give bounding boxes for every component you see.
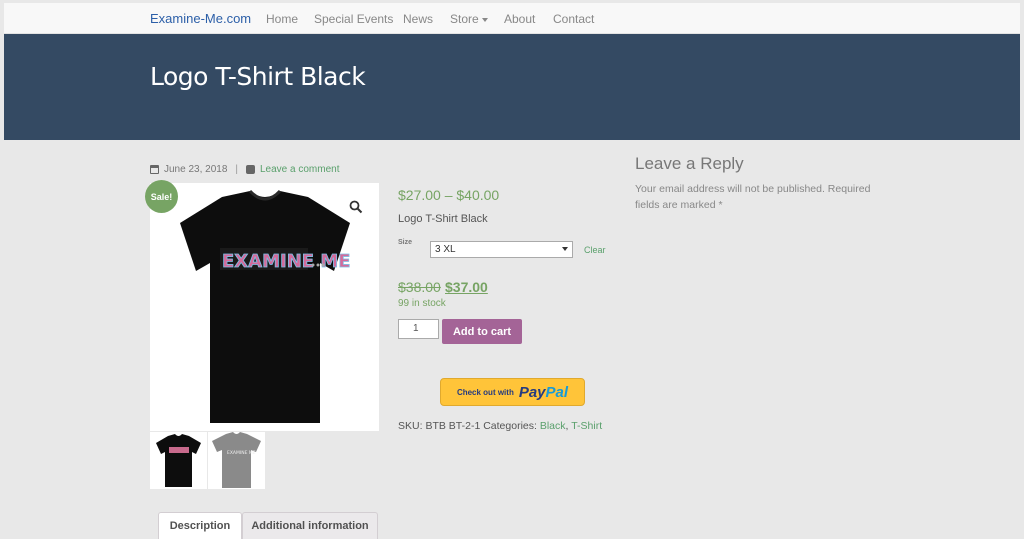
page-header-banner: Logo T-Shirt Black	[4, 34, 1020, 140]
nav-item-about[interactable]: About	[504, 12, 535, 26]
product-meta: SKU: BTB BT-2-1 Categories: Black, T-Shi…	[398, 420, 602, 432]
comment-icon	[246, 165, 255, 174]
leave-comment-link[interactable]: Leave a comment	[260, 164, 340, 175]
thumbnail-black[interactable]	[150, 432, 207, 489]
nav-item-store[interactable]: Store	[450, 12, 488, 26]
size-label: Size	[398, 239, 413, 246]
thumbnail-gray-shirt: EXAMINE ME	[212, 432, 261, 488]
calendar-icon	[150, 165, 159, 174]
nav-item-news[interactable]: News	[403, 12, 433, 26]
caret-down-icon	[481, 17, 488, 22]
nav-item-store-label: Store	[450, 12, 479, 26]
size-select[interactable]: 3 XL	[430, 241, 573, 258]
categories-label: Categories:	[483, 420, 537, 432]
paypal-checkout-label: Check out with	[456, 387, 514, 397]
shirt-print-text: EXAMINE ME	[222, 251, 351, 272]
stock-status: 99 in stock	[398, 298, 446, 309]
navbar: Examine-Me.com Home Special Events News …	[4, 3, 1020, 34]
sale-price: $37.00	[445, 279, 488, 295]
category-link-black[interactable]: Black	[540, 420, 566, 432]
tab-additional-information[interactable]: Additional information	[242, 512, 378, 539]
nav-item-contact[interactable]: Contact	[553, 12, 594, 26]
select-arrow-icon	[562, 247, 568, 251]
brand-link[interactable]: Examine-Me.com	[150, 11, 251, 26]
sku-label: SKU:	[398, 420, 423, 432]
size-select-value: 3 XL	[435, 244, 456, 255]
paypal-checkout-button[interactable]: Check out with Pay Pal	[440, 378, 585, 406]
nav-item-home[interactable]: Home	[266, 12, 298, 26]
paypal-logo-pal: Pal	[545, 383, 569, 401]
add-to-cart-button[interactable]: Add to cart	[442, 319, 522, 344]
price-range: $27.00 – $40.00	[398, 187, 500, 203]
clear-link[interactable]: Clear	[584, 245, 606, 255]
quantity-input[interactable]: 1	[398, 319, 439, 339]
product-image[interactable]: EXAMINE ME	[150, 183, 379, 431]
sku-value: BTB BT-2-1	[425, 420, 481, 432]
thumbnail-gray[interactable]: EXAMINE ME	[208, 432, 265, 489]
page-title: Logo T-Shirt Black	[150, 62, 366, 91]
reply-note: Your email address will not be published…	[635, 183, 871, 211]
meta-separator: |	[235, 164, 238, 175]
category-link-tshirt[interactable]: T-Shirt	[571, 420, 602, 432]
sale-badge: Sale!	[145, 180, 178, 213]
thumbnail-black-shirt	[156, 434, 201, 487]
tshirt-image: EXAMINE ME	[180, 189, 351, 423]
zoom-icon[interactable]	[349, 200, 363, 214]
thumbnail-gray-print: EXAMINE ME	[227, 450, 256, 456]
tab-description[interactable]: Description	[158, 512, 242, 539]
nav-item-special-events[interactable]: Special Events	[314, 12, 393, 26]
post-meta: June 23, 2018 | Leave a comment	[150, 164, 340, 175]
reply-title: Leave a Reply	[635, 154, 744, 173]
product-short-description: Logo T-Shirt Black	[398, 213, 488, 225]
post-date: June 23, 2018	[164, 164, 228, 175]
paypal-logo-pay: Pay	[518, 383, 546, 401]
old-price: $38.00	[398, 279, 441, 295]
